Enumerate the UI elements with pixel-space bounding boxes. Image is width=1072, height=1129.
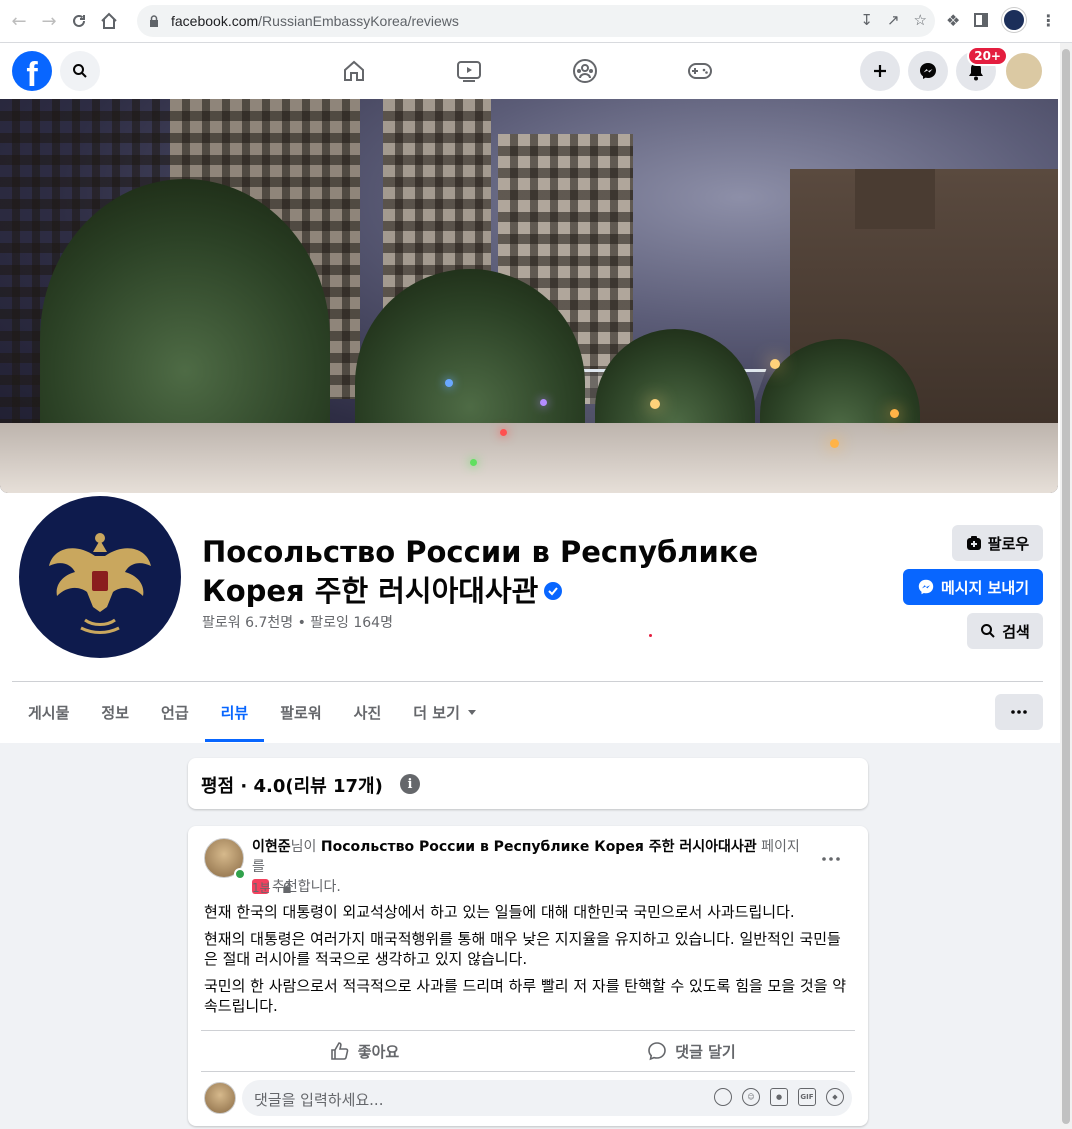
caret-down-icon: [467, 709, 476, 715]
gaming-icon[interactable]: [686, 57, 714, 85]
page-search-button[interactable]: 검색: [967, 613, 1043, 649]
search-icon[interactable]: [60, 51, 100, 91]
tab-more[interactable]: 더 보기: [397, 682, 492, 742]
online-status-icon: [234, 868, 246, 880]
side-panel-icon[interactable]: [974, 13, 989, 27]
comment-button[interactable]: 댓글 달기: [528, 1031, 855, 1071]
reviewer-name[interactable]: 이현준: [252, 839, 291, 855]
verified-badge-icon: [544, 582, 563, 600]
forward-icon[interactable]: →: [34, 6, 64, 36]
account-avatar[interactable]: [1004, 51, 1044, 91]
groups-icon[interactable]: [571, 57, 599, 85]
review-paragraph: 현재 한국의 대통령이 외교석상에서 하고 있는 일들에 대해 대한민국 국민으…: [204, 903, 795, 921]
reload-icon[interactable]: [64, 6, 94, 36]
url-text: facebook.com/RussianEmbassyKorea/reviews: [171, 13, 459, 29]
facebook-logo-icon[interactable]: f: [12, 51, 52, 91]
home-icon[interactable]: [94, 6, 124, 36]
post-options-icon[interactable]: [822, 846, 840, 865]
thumbs-up-icon: [330, 1042, 349, 1060]
tab-photos[interactable]: 사진: [338, 682, 398, 742]
like-button[interactable]: 좋아요: [201, 1031, 528, 1071]
browser-toolbar: ← → facebook.com/RussianEmbassyKorea/rev…: [0, 0, 1072, 43]
messenger-icon[interactable]: [908, 51, 948, 91]
page-title: Посольство России в Республике Корея 주한 …: [202, 535, 759, 608]
avatar-sticker-icon[interactable]: [714, 1088, 732, 1106]
follower-count: 팔로워 6.7천명 • 팔로잉 164명: [202, 615, 393, 631]
facebook-top-nav: f 20+: [0, 43, 1060, 99]
sticker-icon[interactable]: ◆: [826, 1088, 844, 1106]
double-headed-eagle-emblem-icon: [49, 533, 151, 634]
tab-followers[interactable]: 팔로워: [264, 682, 337, 742]
lock-icon: [150, 15, 158, 27]
review-text: 현재 한국의 대통령이 외교석상에서 하고 있는 일들에 대해 대한민국 국민으…: [204, 902, 854, 1023]
camera-icon[interactable]: ●: [770, 1088, 788, 1106]
review-paragraph: 현재의 대통령은 여러가지 매국적행위를 통해 매우 낮은 지지율을 유지하고 …: [204, 930, 841, 968]
messenger-icon: [918, 579, 934, 595]
rating-summary-card: 평점 · 4.0(리뷰 17개) i: [188, 758, 868, 809]
ellipsis-icon: [1011, 710, 1027, 714]
more-options-button[interactable]: [995, 694, 1043, 730]
send-message-button[interactable]: 메시지 보내기: [903, 569, 1043, 605]
tab-posts[interactable]: 게시물: [12, 682, 85, 742]
notifications-bell-icon[interactable]: 20+: [956, 46, 1008, 91]
emoji-icon[interactable]: ☺: [742, 1088, 760, 1106]
scrollbar-thumb[interactable]: [1062, 49, 1070, 1124]
info-icon[interactable]: i: [400, 774, 420, 794]
follow-button[interactable]: 팔로우: [952, 525, 1043, 561]
home-nav-icon[interactable]: [340, 57, 368, 85]
share-icon[interactable]: ↗: [887, 11, 900, 29]
create-plus-icon[interactable]: [860, 51, 900, 91]
tab-reviews[interactable]: 리뷰: [204, 682, 265, 742]
follow-icon: [966, 536, 981, 550]
bookmark-star-icon[interactable]: ☆: [914, 11, 927, 29]
review-post: 이현준님이 Посольство России в Республике Кор…: [188, 826, 868, 1126]
watch-video-icon[interactable]: [455, 57, 483, 85]
cover-photo[interactable]: [0, 99, 1058, 493]
extensions-icon[interactable]: ❖: [946, 11, 960, 30]
commenter-avatar[interactable]: [204, 1082, 236, 1114]
review-header: 이현준님이 Посольство России в Республике Кор…: [252, 839, 800, 895]
gif-icon[interactable]: GIF: [798, 1088, 816, 1106]
tab-about[interactable]: 정보: [85, 682, 145, 742]
install-icon[interactable]: ↧: [860, 11, 873, 29]
comment-divider: [201, 1071, 855, 1072]
privacy-lock-icon: [283, 882, 291, 893]
chrome-menu-icon[interactable]: ⋮: [1040, 11, 1056, 30]
browser-profile-avatar[interactable]: [1002, 8, 1027, 32]
comment-input[interactable]: 댓글을 입력하세요... ☺ ● GIF ◆: [242, 1080, 852, 1116]
back-icon[interactable]: ←: [4, 6, 34, 36]
address-bar[interactable]: facebook.com/RussianEmbassyKorea/reviews…: [137, 5, 935, 37]
page-scrollbar[interactable]: [1060, 43, 1072, 1129]
page-profile-picture[interactable]: [15, 492, 185, 662]
reviewed-page-link[interactable]: Посольство России в Республике Корея 주한 …: [321, 839, 757, 855]
post-actions: 좋아요 댓글 달기: [201, 1031, 855, 1071]
review-paragraph: 국민의 한 사람으로서 적극적으로 사과를 드리며 하루 빨리 저 자를 탄핵할…: [204, 977, 847, 1015]
rating-title: 평점 · 4.0(리뷰 17개): [201, 776, 383, 797]
comment-bubble-icon: [648, 1042, 667, 1061]
search-icon: [981, 624, 995, 638]
tab-mentions[interactable]: 언급: [145, 682, 205, 742]
post-timestamp[interactable]: 1분 ·: [252, 879, 292, 896]
indicator-dot: [649, 634, 652, 637]
notification-badge: 20+: [967, 46, 1008, 66]
page-tabs: 게시물 정보 언급 리뷰 팔로워 사진 더 보기: [12, 682, 492, 742]
